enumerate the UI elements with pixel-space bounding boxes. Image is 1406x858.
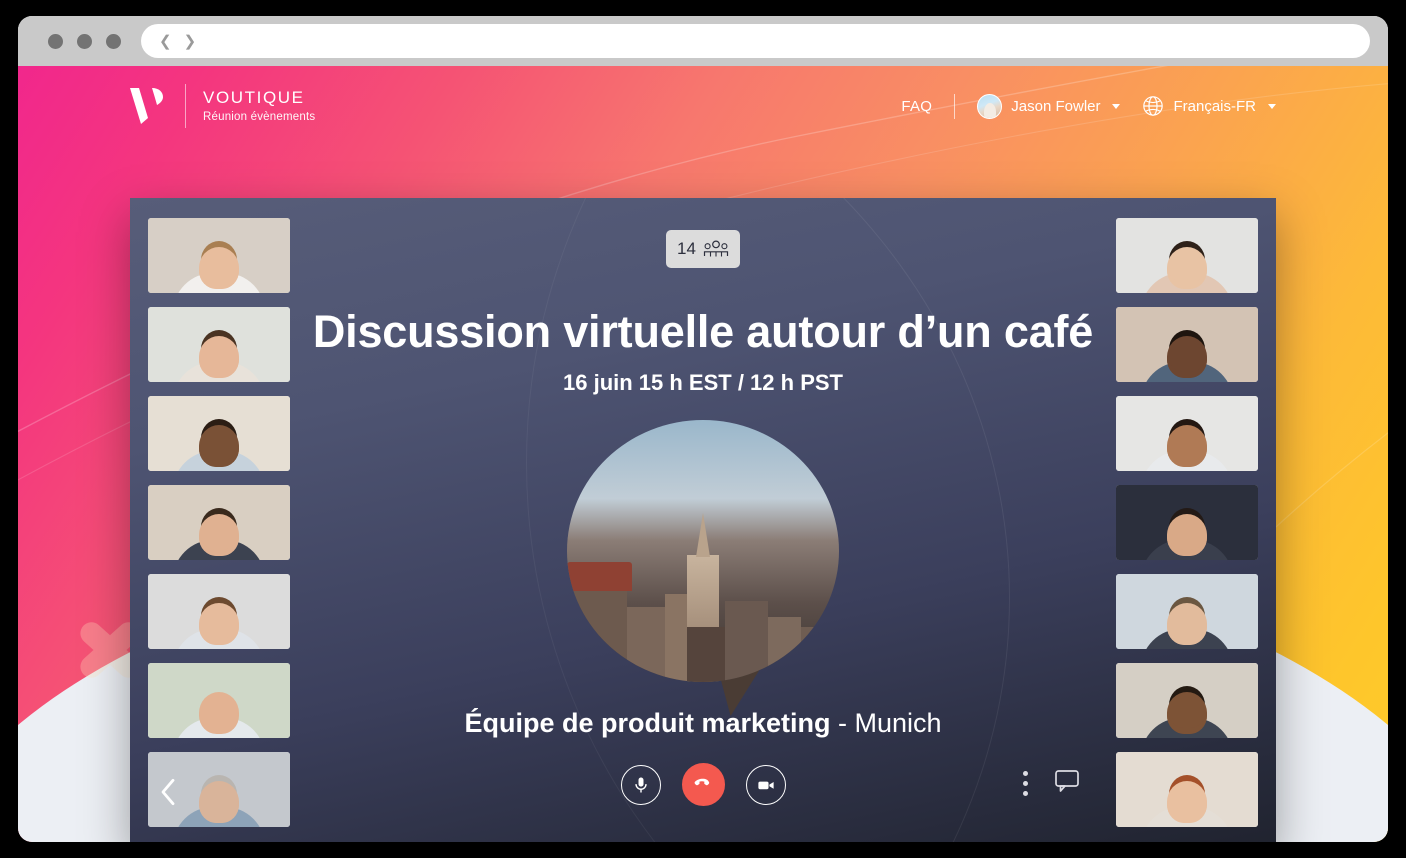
end-call-button[interactable]	[681, 763, 725, 806]
meeting-panel: 14 Discussion virtuelle autour d’un café…	[130, 198, 1276, 842]
participant-head	[1167, 514, 1207, 556]
participant-head	[1167, 692, 1207, 734]
participant-count: 14	[677, 239, 696, 258]
url-bar[interactable]: ❮ ❯	[141, 24, 1370, 58]
language-selector[interactable]: Français-FR	[1142, 95, 1276, 117]
brand-text: VOUTIQUE Réunion évènements	[203, 87, 315, 125]
window-traffic-lights	[48, 33, 121, 49]
end-call-icon	[694, 778, 710, 785]
kebab-menu-button[interactable]	[1022, 771, 1028, 796]
team-name: Équipe de produit marketing	[464, 708, 831, 738]
participant-thumbnail[interactable]	[1116, 485, 1258, 560]
forward-icon[interactable]: ❯	[184, 34, 197, 49]
video-toggle-button[interactable]	[745, 764, 786, 805]
header-nav: FAQ Jason Fowler Français-FR	[901, 93, 1276, 119]
participant-head	[199, 692, 239, 734]
video-camera-icon	[757, 781, 774, 789]
city-silhouette	[567, 513, 839, 682]
globe-icon	[1143, 96, 1164, 116]
chevron-down-icon	[1112, 103, 1121, 109]
participant-thumbnail[interactable]	[148, 574, 290, 649]
participant-thumbnail[interactable]	[1116, 307, 1258, 382]
brand-logo[interactable]: VOUTIQUE Réunion évènements	[126, 84, 315, 128]
auxiliary-controls	[1022, 769, 1080, 798]
page-title: Discussion virtuelle autour d’un café	[312, 306, 1094, 357]
language-label: Français-FR	[1173, 97, 1256, 115]
participant-head	[199, 425, 239, 467]
meeting-stage: 14 Discussion virtuelle autour d’un café…	[310, 198, 1096, 842]
team-location: Munich	[854, 708, 942, 738]
close-window-button[interactable]	[48, 33, 63, 49]
back-icon[interactable]: ❮	[159, 34, 172, 49]
user-menu[interactable]: Jason Fowler	[977, 93, 1121, 119]
faq-link[interactable]: FAQ	[901, 98, 932, 115]
participant-thumbnail[interactable]	[148, 218, 290, 293]
participant-thumbnail[interactable]	[148, 307, 290, 382]
call-controls	[130, 763, 1276, 806]
participant-head	[199, 247, 239, 289]
participant-thumbnail[interactable]	[1116, 218, 1258, 293]
microphone-icon	[634, 777, 647, 792]
maximize-window-button[interactable]	[106, 33, 121, 49]
participant-thumbnail[interactable]	[1116, 396, 1258, 471]
team-separator: -	[830, 708, 855, 738]
site-header: VOUTIQUE Réunion évènements FAQ Jason Fo…	[18, 66, 1388, 146]
brand-name: VOUTIQUE	[203, 88, 305, 108]
user-name-label: Jason Fowler	[1011, 97, 1101, 115]
participant-thumbnail[interactable]	[148, 396, 290, 471]
participant-head	[199, 603, 239, 645]
participant-thumbnails-left	[148, 218, 290, 827]
voutique-logo-icon	[130, 88, 163, 124]
participant-thumbnail[interactable]	[1116, 663, 1258, 738]
mute-button[interactable]	[620, 764, 661, 805]
event-time: 16 juin 15 h EST / 12 h PST	[563, 370, 843, 395]
browser-chrome-bar: ❮ ❯	[18, 16, 1388, 66]
participant-head	[1167, 603, 1207, 645]
header-divider	[954, 93, 956, 119]
chat-bubble-icon	[1055, 770, 1079, 792]
minimize-window-button[interactable]	[77, 33, 92, 49]
participant-thumbnail[interactable]	[148, 485, 290, 560]
people-group-icon	[703, 240, 729, 257]
participant-head	[199, 514, 239, 556]
participant-head	[1167, 336, 1207, 378]
participant-head	[1167, 247, 1207, 289]
participant-thumbnails-right	[1116, 218, 1258, 827]
munich-cityscape-photo	[567, 420, 839, 682]
chevron-left-icon	[161, 778, 175, 806]
page-canvas: VOUTIQUE Réunion évènements FAQ Jason Fo…	[18, 66, 1388, 842]
participant-head	[199, 336, 239, 378]
location-photo-bubble	[567, 420, 839, 716]
previous-participants-button[interactable]	[148, 762, 188, 822]
participant-thumbnail[interactable]	[1116, 574, 1258, 649]
participant-count-badge[interactable]: 14	[666, 230, 740, 268]
browser-window: ❮ ❯ VOUTIQUE Réunion évènements FAQ Jaso…	[18, 16, 1388, 842]
brand-tagline: Réunion évènements	[203, 111, 316, 124]
avatar	[977, 93, 1003, 119]
participant-thumbnail[interactable]	[148, 663, 290, 738]
chat-button[interactable]	[1054, 769, 1080, 798]
brand-divider	[185, 84, 186, 128]
team-name-line: Équipe de produit marketing - Munich	[464, 708, 941, 739]
participant-head	[1167, 425, 1207, 467]
chevron-down-icon	[1268, 103, 1276, 109]
